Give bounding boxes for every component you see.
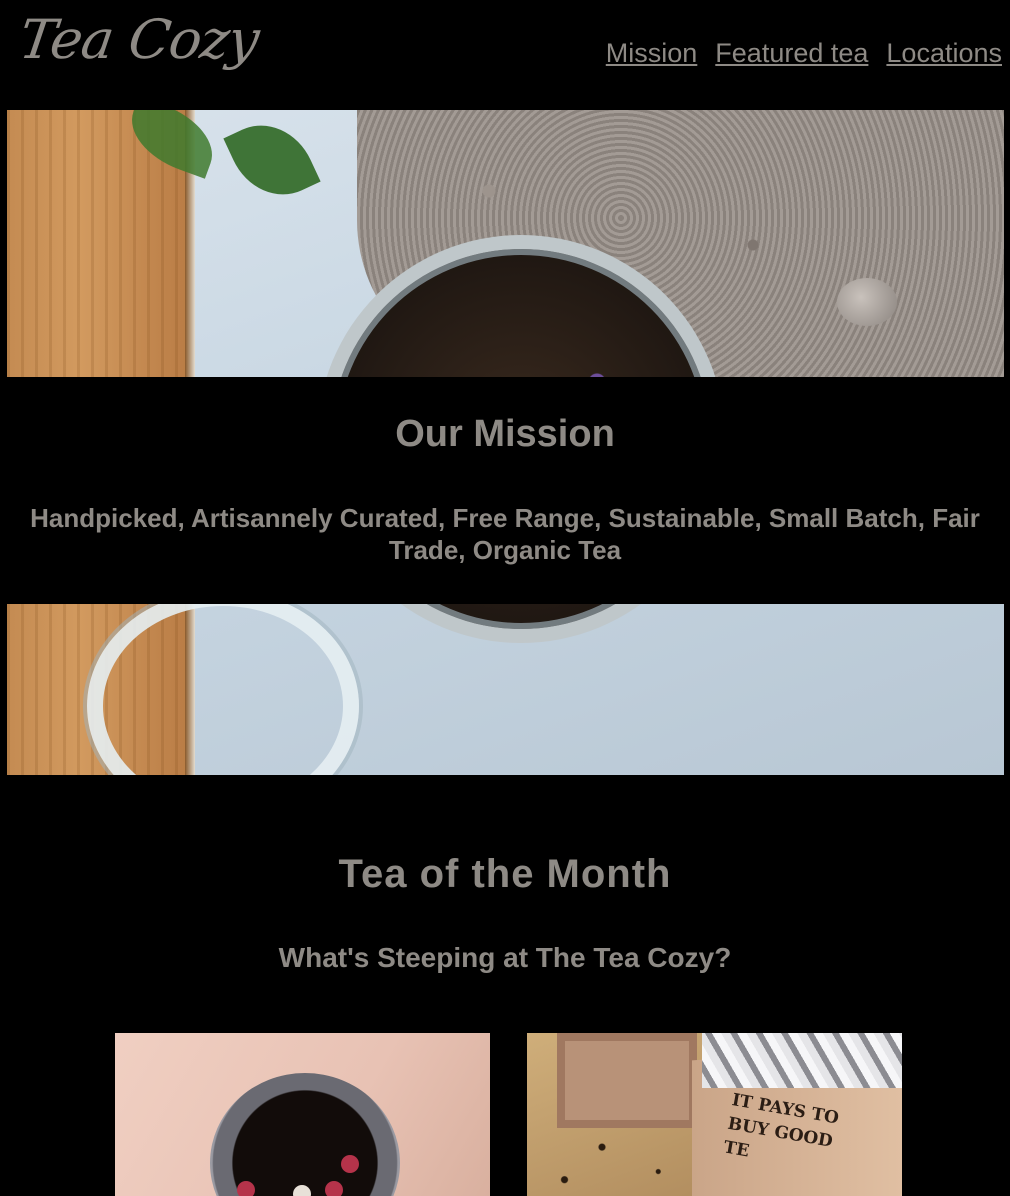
berry xyxy=(237,1181,255,1196)
tea-of-month-title: Tea of the Month xyxy=(338,852,672,896)
foil-packaging xyxy=(702,1033,902,1088)
berry xyxy=(341,1155,359,1173)
berry xyxy=(293,1185,311,1196)
nav-link-mission[interactable]: Mission xyxy=(606,38,698,69)
knit-pompom xyxy=(837,278,897,326)
site-logo[interactable]: Tea Cozy xyxy=(16,8,263,71)
leaf xyxy=(223,110,321,212)
mission-section xyxy=(0,377,1010,604)
mission-title: Our Mission xyxy=(395,413,615,455)
nav-link-locations[interactable]: Locations xyxy=(886,38,1002,69)
featured-tea-card-box[interactable]: IT PAYS TO BUY GOOD TE xyxy=(527,1033,902,1196)
featured-tea-card-mug[interactable] xyxy=(115,1033,490,1196)
main-nav: Mission Featured tea Locations xyxy=(606,38,1002,69)
berry xyxy=(325,1181,343,1196)
site-header: Tea Cozy Mission Featured tea Locations xyxy=(0,0,1010,110)
tea-of-month-subtitle: What's Steeping at The Tea Cozy? xyxy=(278,942,732,973)
wooden-tray xyxy=(557,1033,697,1128)
tea-mug-image xyxy=(210,1073,400,1196)
nav-link-featured-tea[interactable]: Featured tea xyxy=(715,38,868,69)
mission-text: Handpicked, Artisannely Curated, Free Ra… xyxy=(30,503,980,565)
